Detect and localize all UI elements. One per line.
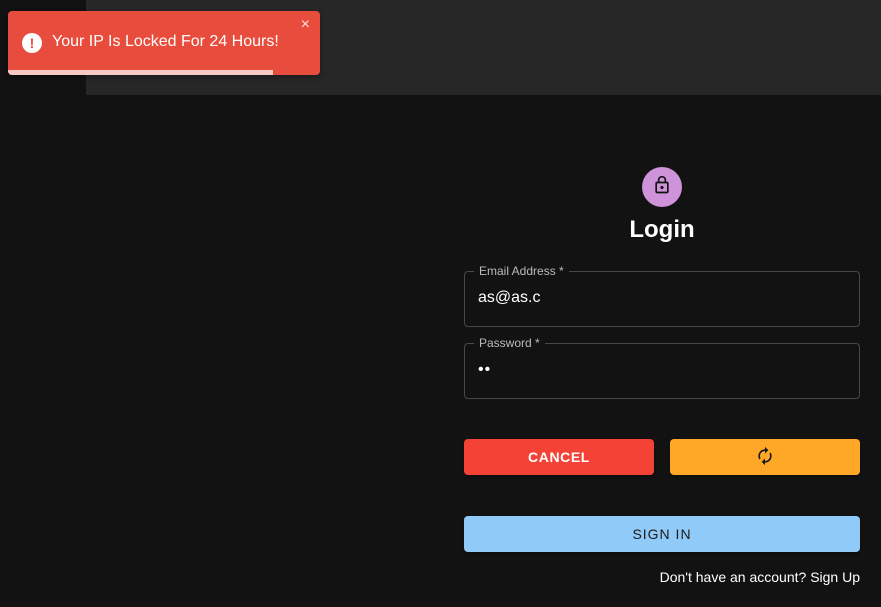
error-toast: ! Your IP Is Locked For 24 Hours! × xyxy=(8,11,320,75)
page-title: Login xyxy=(629,216,695,243)
cancel-button[interactable]: CANCEL xyxy=(464,439,654,475)
email-label: Email Address * xyxy=(474,264,569,278)
reset-button[interactable] xyxy=(670,439,860,475)
refresh-icon xyxy=(755,446,775,469)
page: ! Your IP Is Locked For 24 Hours! × Logi… xyxy=(0,0,881,607)
email-field[interactable]: Email Address * as@as.c xyxy=(464,264,860,327)
close-icon[interactable]: × xyxy=(301,17,310,33)
sign-in-button[interactable]: SIGN IN xyxy=(464,516,860,552)
toast-progress-bar xyxy=(8,70,274,75)
password-field[interactable]: Password * •• xyxy=(464,336,860,399)
sign-up-row: Don't have an account? Sign Up xyxy=(660,569,860,585)
alert-circle-icon: ! xyxy=(22,33,42,53)
toast-message: Your IP Is Locked For 24 Hours! xyxy=(52,33,279,50)
sign-up-link[interactable]: Sign Up xyxy=(810,569,860,585)
lock-icon xyxy=(652,175,672,200)
password-label: Password * xyxy=(474,336,545,350)
email-input[interactable]: as@as.c xyxy=(478,289,848,307)
sign-up-prompt: Don't have an account? xyxy=(659,569,811,585)
avatar xyxy=(642,167,682,207)
password-input[interactable]: •• xyxy=(478,361,848,379)
